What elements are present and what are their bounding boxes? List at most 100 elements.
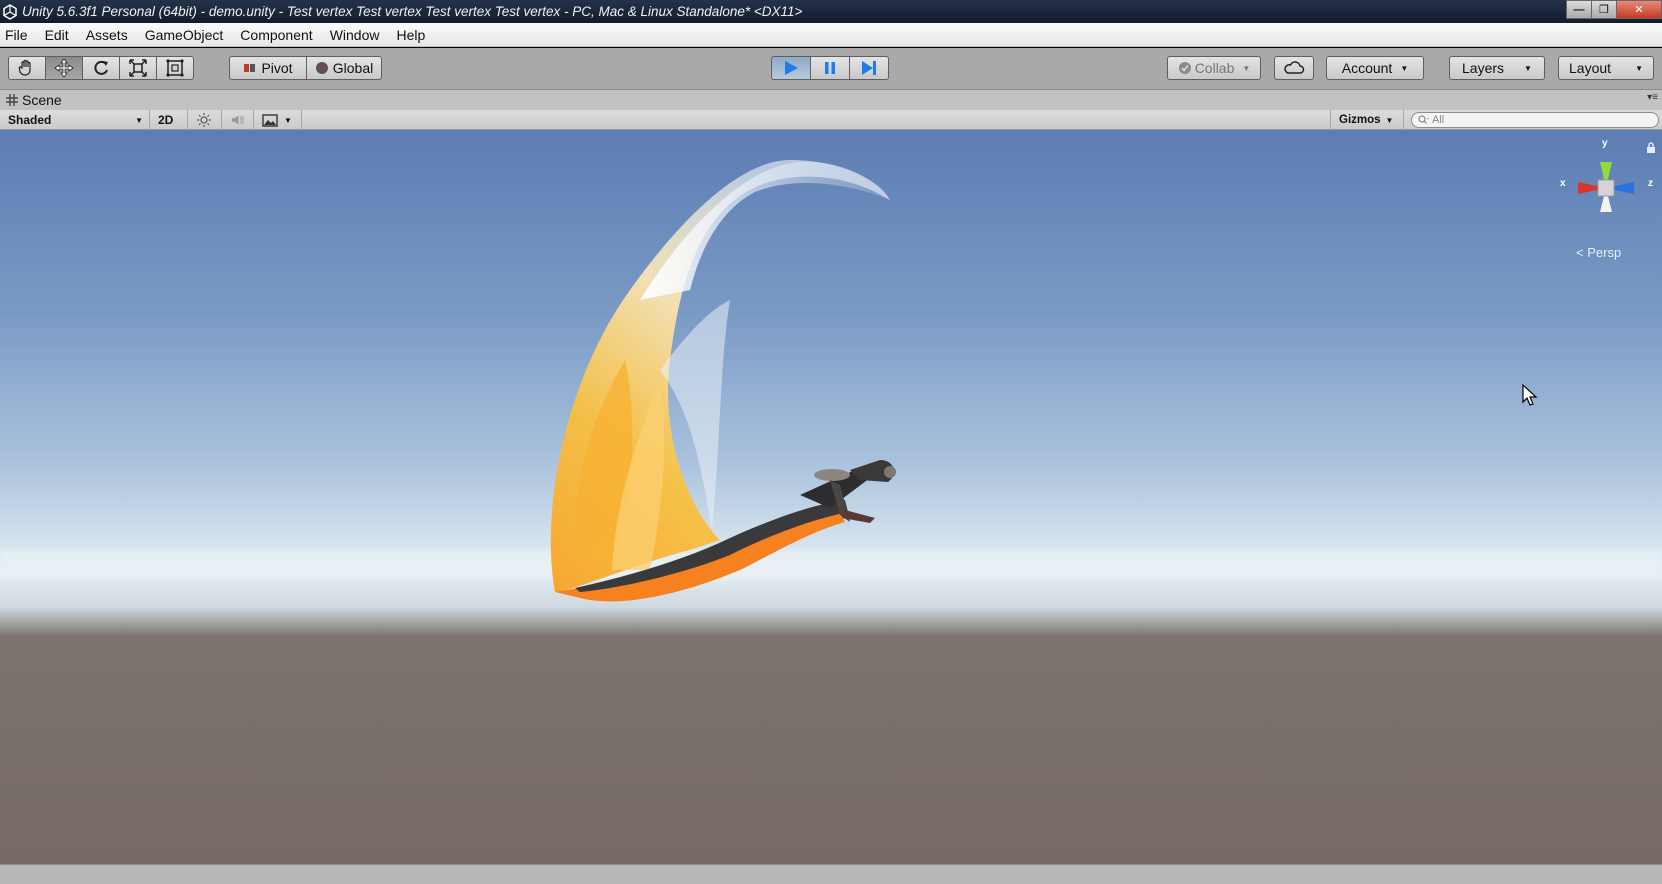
z-axis-label: z	[1648, 178, 1653, 189]
menu-help[interactable]: Help	[396, 27, 425, 43]
pause-button[interactable]	[810, 56, 850, 80]
play-button[interactable]	[771, 56, 811, 80]
close-button[interactable]: ✕	[1616, 0, 1662, 19]
rect-tool-icon	[166, 59, 184, 77]
dropdown-arrow-icon: ▼	[284, 115, 292, 125]
menu-gameobject[interactable]: GameObject	[145, 27, 224, 43]
layers-group: Layers ▼	[1449, 56, 1545, 80]
scene-viewport[interactable]: y x z < Persp	[0, 130, 1662, 864]
sun-icon	[197, 113, 211, 127]
dropdown-arrow-icon: ▼	[1385, 115, 1394, 125]
lighting-toggle[interactable]	[188, 110, 222, 130]
layers-dropdown[interactable]: Layers ▼	[1449, 56, 1545, 80]
gizmos-label: Gizmos	[1339, 114, 1381, 126]
y-axis-label: y	[1602, 138, 1608, 149]
account-label: Account	[1341, 60, 1393, 76]
pivot-global-group: Pivot Global	[229, 56, 382, 80]
scene-search-input[interactable]: All	[1411, 112, 1659, 128]
window-title: Unity 5.6.3f1 Personal (64bit) - demo.un…	[22, 4, 803, 19]
image-icon	[262, 113, 278, 127]
transform-tools	[8, 56, 194, 80]
speaker-icon	[231, 115, 244, 125]
menu-component[interactable]: Component	[240, 27, 312, 43]
minimize-button[interactable]: —	[1566, 0, 1592, 19]
global-label: Global	[332, 60, 374, 76]
scene-render	[0, 160, 1662, 602]
projection-text: Persp	[1587, 245, 1622, 260]
window-controls: — ❐ ✕	[1566, 0, 1662, 19]
collab-label: Collab	[1194, 60, 1235, 76]
effects-dropdown[interactable]: ▼	[254, 110, 302, 130]
unity-logo-icon	[3, 3, 17, 20]
layout-group: Layout ▼	[1558, 56, 1654, 80]
dropdown-arrow-icon: ▼	[1400, 63, 1409, 73]
rect-tool-button[interactable]	[156, 56, 194, 80]
dropdown-arrow-icon: ▼	[1635, 63, 1643, 73]
collab-group: Collab ▼	[1167, 56, 1261, 80]
lock-icon[interactable]	[1646, 142, 1656, 154]
close-icon: ✕	[1634, 4, 1644, 16]
audio-toggle[interactable]	[222, 110, 254, 130]
search-icon	[1418, 115, 1429, 124]
dropdown-arrow-icon: ▼	[1524, 63, 1532, 73]
scene-grid-icon	[6, 94, 18, 106]
draw-mode-dropdown[interactable]: Shaded ▼	[0, 110, 150, 130]
cloud-button[interactable]	[1274, 56, 1314, 80]
tab-menu-icon[interactable]: ▾≡	[1647, 92, 1658, 103]
2d-label: 2D	[158, 113, 174, 127]
maximize-button[interactable]: ❐	[1591, 0, 1617, 19]
projection-label[interactable]: < Persp	[1576, 245, 1621, 260]
play-icon	[785, 61, 798, 75]
move-tool-button[interactable]	[45, 56, 83, 80]
menu-window[interactable]: Window	[330, 27, 380, 43]
menu-edit[interactable]: Edit	[45, 27, 69, 43]
scene-tab-label: Scene	[22, 92, 62, 108]
scene-control-bar: Shaded ▼ 2D ▼ Gizmos ▼ All	[0, 110, 1662, 130]
check-icon	[1178, 62, 1191, 74]
pivot-label: Pivot	[261, 60, 293, 76]
layout-label: Layout	[1569, 60, 1612, 76]
title-bar: Unity 5.6.3f1 Personal (64bit) - demo.un…	[0, 0, 1662, 23]
dropdown-arrow-icon: ▼	[135, 115, 143, 125]
flame-slash-effect	[550, 160, 890, 592]
globe-icon	[315, 62, 328, 74]
status-bar	[0, 864, 1662, 884]
menu-assets[interactable]: Assets	[86, 27, 128, 43]
pause-icon	[825, 62, 835, 74]
hand-icon	[18, 59, 31, 76]
layout-dropdown[interactable]: Layout ▼	[1558, 56, 1654, 80]
mouse-cursor-icon	[1522, 384, 1538, 406]
cloud-group	[1274, 56, 1314, 80]
cloud-icon	[1284, 61, 1305, 74]
play-controls	[771, 56, 889, 80]
2d-toggle[interactable]: 2D	[150, 110, 188, 130]
account-group: Account ▼	[1326, 56, 1424, 80]
dropdown-arrow-icon: ▼	[1242, 63, 1251, 73]
step-button[interactable]	[849, 56, 889, 80]
search-placeholder: All	[1432, 114, 1445, 126]
axis-gizmo-icon	[1578, 162, 1634, 212]
scale-tool-button[interactable]	[119, 56, 157, 80]
menu-bar: File Edit Assets GameObject Component Wi…	[0, 23, 1662, 47]
pivot-icon	[244, 64, 256, 72]
orientation-gizmo[interactable]: y x z < Persp	[1556, 138, 1656, 260]
x-axis-label: x	[1560, 178, 1566, 189]
pivot-toggle[interactable]: Pivot	[229, 56, 307, 80]
scale-icon	[129, 59, 147, 77]
gizmos-dropdown[interactable]: Gizmos ▼	[1330, 110, 1404, 130]
main-toolbar: Pivot Global Collab ▼ Account ▼ Layers ▼…	[0, 48, 1662, 90]
global-toggle[interactable]: Global	[306, 56, 382, 80]
scene-tab[interactable]: Scene ▾≡	[0, 90, 1662, 110]
maximize-icon: ❐	[1599, 4, 1609, 16]
collab-button[interactable]: Collab ▼	[1167, 56, 1261, 80]
rotate-icon	[94, 60, 108, 75]
minimize-icon: —	[1573, 3, 1585, 16]
draw-mode-label: Shaded	[8, 113, 52, 127]
menu-file[interactable]: File	[5, 27, 28, 43]
step-icon	[862, 61, 876, 75]
layers-label: Layers	[1462, 60, 1505, 76]
hand-tool-button[interactable]	[8, 56, 46, 80]
rotate-tool-button[interactable]	[82, 56, 120, 80]
move-icon	[54, 58, 74, 78]
account-dropdown[interactable]: Account ▼	[1326, 56, 1424, 80]
